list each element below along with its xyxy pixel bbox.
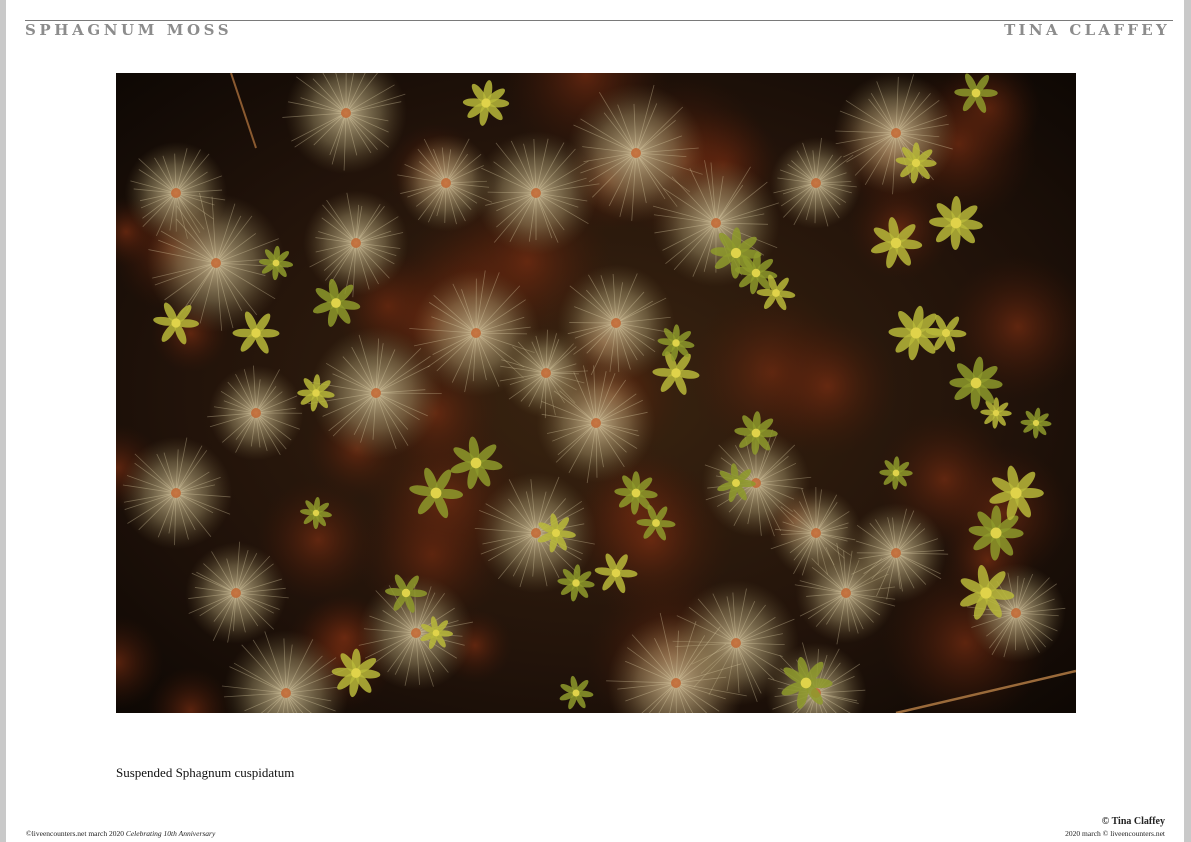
footer-left: ©liveencounters.net march 2020 Celebrati… — [26, 829, 215, 838]
moss-photograph — [116, 73, 1076, 713]
footer-copyright: © Tina Claffey — [1101, 816, 1165, 827]
article-title: SPHAGNUM MOSS — [25, 21, 233, 39]
author-name: TINA CLAFFEY — [1004, 21, 1170, 39]
footer-site-date: ©liveencounters.net march 2020 — [26, 829, 124, 838]
footer-right-text: 2020 march © liveencounters.net — [1065, 829, 1165, 838]
page: SPHAGNUM MOSS TINA CLAFFEY Suspended Sph… — [6, 0, 1184, 842]
footer-anniversary: Celebrating 10th Anniversary — [125, 829, 216, 838]
photo-caption: Suspended Sphagnum cuspidatum — [116, 765, 295, 780]
